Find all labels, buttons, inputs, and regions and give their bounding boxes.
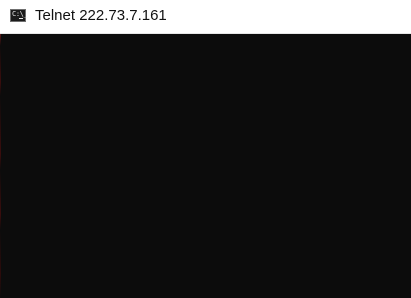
console-icon-text: C:\_ bbox=[12, 10, 28, 18]
window-edge bbox=[0, 34, 1, 298]
telnet-window: C:\_ Telnet 222.73.7.161 bbox=[0, 0, 411, 298]
title-bar[interactable]: C:\_ Telnet 222.73.7.161 bbox=[0, 0, 411, 34]
console-icon: C:\_ bbox=[10, 9, 28, 22]
console-icon-cursor bbox=[19, 18, 23, 19]
terminal-area[interactable] bbox=[0, 34, 411, 298]
window-title: Telnet 222.73.7.161 bbox=[35, 7, 167, 24]
